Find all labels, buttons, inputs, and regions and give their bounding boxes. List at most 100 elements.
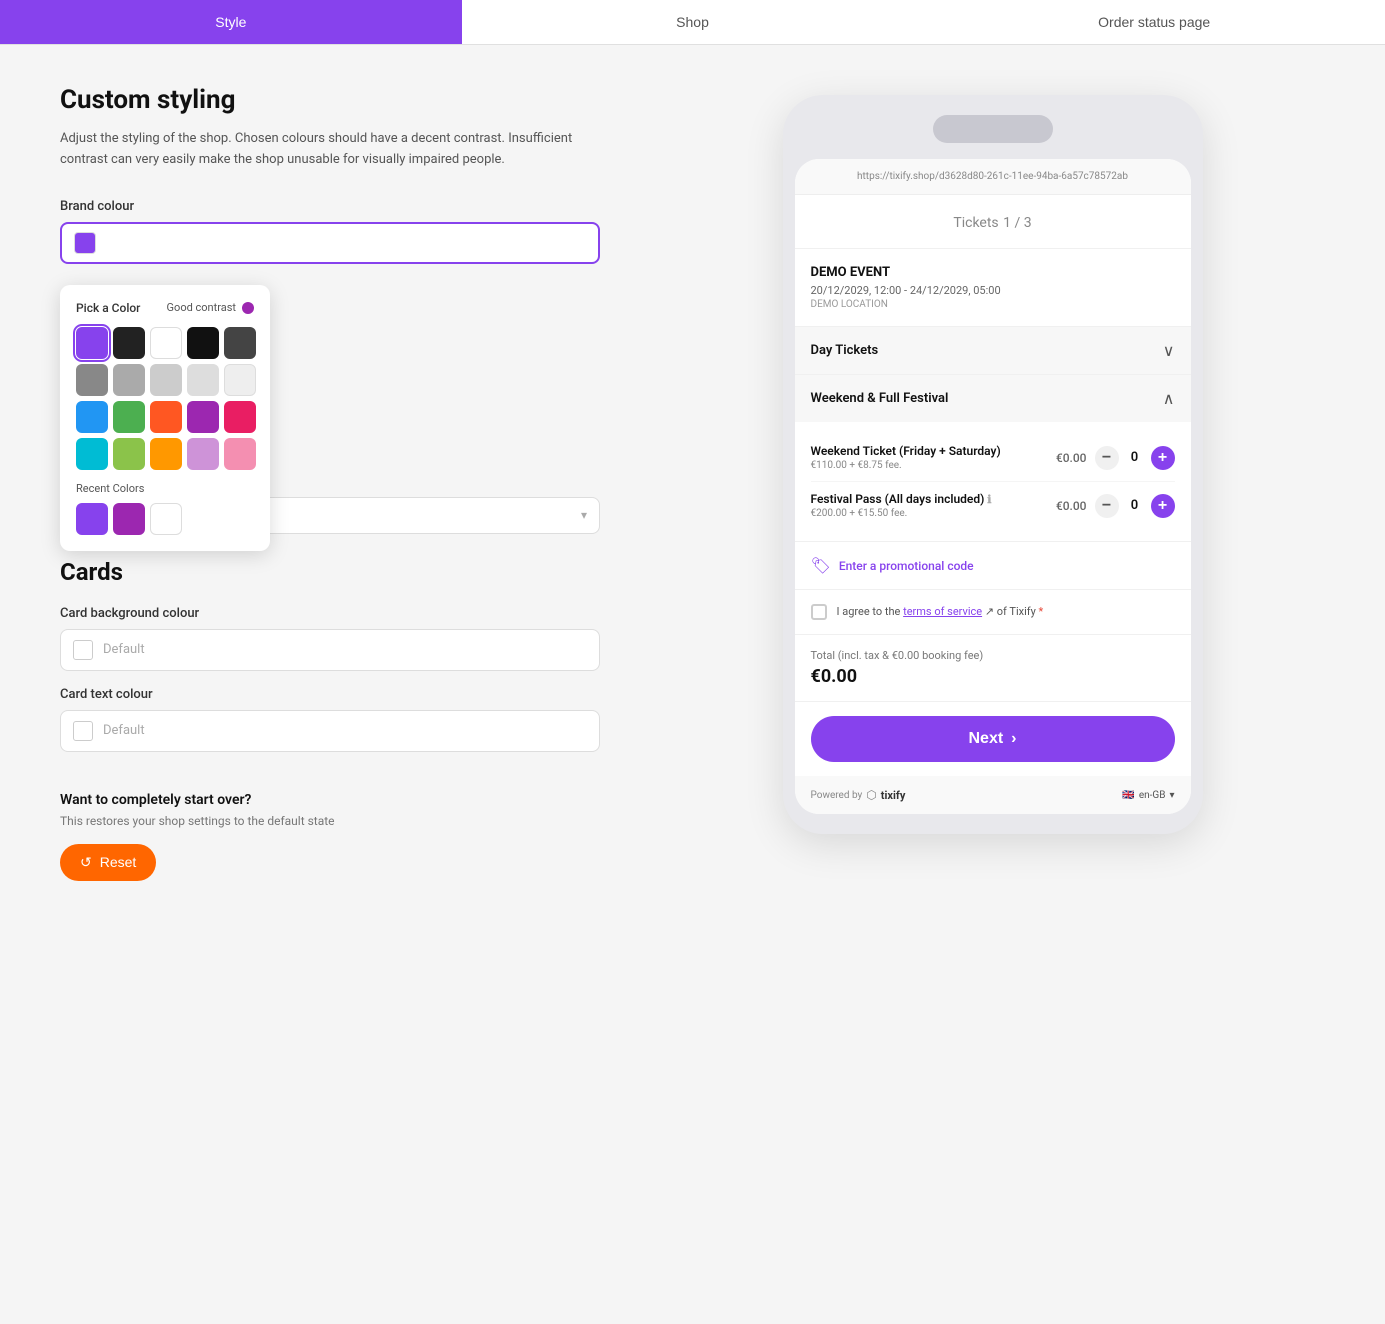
- next-chevron-icon: ›: [1011, 730, 1016, 748]
- swatch-orange[interactable]: [150, 401, 182, 433]
- weekend-ticket-controls: €0.00 − 0 +: [1056, 446, 1175, 470]
- weekend-chevron-icon: ∧: [1163, 389, 1175, 408]
- weekend-category-header[interactable]: Weekend & Full Festival ∧: [795, 375, 1191, 422]
- brand-colour-section: Brand colour #8742ED Good contrast Pick …: [60, 199, 600, 264]
- weekend-category-title: Weekend & Full Festival: [811, 391, 949, 406]
- color-picker-popup: Good contrast Pick a Color: [60, 285, 270, 551]
- swatch-white[interactable]: [150, 327, 182, 359]
- total-section: Total (incl. tax & €0.00 booking fee) €0…: [795, 635, 1191, 702]
- contrast-dot: [242, 302, 254, 314]
- recent-swatch-purple[interactable]: [76, 503, 108, 535]
- reset-button[interactable]: ↺ Reset: [60, 844, 156, 881]
- phone-screen: https://tixify.shop/d3628d80-261c-11ee-9…: [795, 159, 1191, 814]
- promo-link[interactable]: 🏷 Enter a promotional code: [811, 556, 1175, 575]
- festival-pass-increment-button[interactable]: +: [1151, 494, 1175, 518]
- brand-colour-input[interactable]: #8742ED: [106, 235, 586, 251]
- card-bg-swatch: [73, 640, 93, 660]
- tixify-logo: tixify: [881, 789, 906, 802]
- card-text-swatch: [73, 721, 93, 741]
- terms-suffix: of Tixify: [997, 605, 1036, 618]
- reset-icon: ↺: [80, 854, 92, 871]
- festival-pass-item: Festival Pass (All days included) ℹ €200…: [811, 482, 1175, 529]
- swatch-lavender[interactable]: [187, 438, 219, 470]
- event-date: 20/12/2029, 12:00 - 24/12/2029, 05:00: [811, 284, 1175, 297]
- reset-title: Want to completely start over?: [60, 792, 600, 808]
- day-tickets-title: Day Tickets: [811, 343, 879, 358]
- festival-pass-price: €0.00: [1056, 499, 1087, 513]
- terms-prefix: I agree to the: [837, 605, 901, 618]
- good-contrast-indicator: Good contrast: [167, 301, 254, 314]
- lang-label: en-GB: [1139, 790, 1166, 801]
- swatch-pink[interactable]: [224, 401, 256, 433]
- reset-section: Want to completely start over? This rest…: [60, 792, 600, 881]
- swatch-lightgray[interactable]: [150, 364, 182, 396]
- brand-colour-swatch: [74, 232, 96, 254]
- recent-swatch-white[interactable]: [150, 503, 182, 535]
- reset-description: This restores your shop settings to the …: [60, 814, 600, 828]
- brand-colour-label: Brand colour: [60, 199, 600, 214]
- next-button-label: Next: [968, 730, 1003, 748]
- swatch-darkblack[interactable]: [187, 327, 219, 359]
- recent-colors-label: Recent Colors: [76, 482, 254, 495]
- card-text-input[interactable]: Default: [60, 710, 600, 752]
- right-panel: https://tixify.shop/d3628d80-261c-11ee-9…: [660, 85, 1325, 881]
- left-panel: Custom styling Adjust the styling of the…: [60, 85, 600, 881]
- reset-button-label: Reset: [100, 854, 137, 870]
- weekend-ticket-item: Weekend Ticket (Friday + Saturday) €110.…: [811, 434, 1175, 482]
- recent-swatches: [76, 503, 254, 535]
- swatch-darkgray[interactable]: [224, 327, 256, 359]
- festival-pass-info: Festival Pass (All days included) ℹ €200…: [811, 492, 1056, 519]
- swatch-lightest[interactable]: [224, 364, 256, 396]
- tickets-count: 1 / 3: [1003, 215, 1031, 231]
- festival-pass-decrement-button[interactable]: −: [1095, 494, 1119, 518]
- terms-section: I agree to the terms of service ↗ of Tix…: [795, 590, 1191, 635]
- weekend-ticket-qty: 0: [1127, 450, 1143, 465]
- terms-text: I agree to the terms of service ↗ of Tix…: [837, 604, 1044, 619]
- event-location: DEMO LOCATION: [811, 299, 1175, 310]
- total-amount: €0.00: [811, 666, 1175, 687]
- swatch-amber[interactable]: [150, 438, 182, 470]
- brand-colour-input-row[interactable]: #8742ED: [60, 222, 600, 264]
- language-selector[interactable]: 🇬🇧 en-GB ▾: [1122, 790, 1174, 801]
- day-tickets-category: Day Tickets ∨: [795, 327, 1191, 375]
- page-title: Custom styling: [60, 85, 600, 115]
- swatch-lime[interactable]: [113, 438, 145, 470]
- swatch-blue[interactable]: [76, 401, 108, 433]
- tab-order-status[interactable]: Order status page: [923, 0, 1385, 44]
- weekend-ticket-price: €0.00: [1056, 451, 1087, 465]
- festival-pass-price-detail: €200.00 + €15.50 fee.: [811, 508, 1056, 519]
- festival-pass-qty: 0: [1127, 498, 1143, 513]
- day-tickets-header[interactable]: Day Tickets ∨: [795, 327, 1191, 374]
- card-text-value: Default: [103, 723, 145, 738]
- lang-chevron-icon: ▾: [1169, 790, 1174, 801]
- swatch-medgray[interactable]: [113, 364, 145, 396]
- day-tickets-chevron-icon: ∨: [1163, 341, 1175, 360]
- powered-by: Powered by ⬡ tixify: [811, 788, 906, 802]
- next-button[interactable]: Next ›: [811, 716, 1175, 762]
- terms-checkbox[interactable]: [811, 604, 827, 620]
- powered-by-label: Powered by: [811, 790, 863, 801]
- swatch-black[interactable]: [113, 327, 145, 359]
- tickets-title: Tickets: [953, 215, 998, 231]
- festival-pass-info-icon[interactable]: ℹ: [987, 493, 991, 506]
- swatch-purple[interactable]: [76, 327, 108, 359]
- swatch-gray[interactable]: [76, 364, 108, 396]
- card-bg-value: Default: [103, 642, 145, 657]
- main-layout: Custom styling Adjust the styling of the…: [0, 45, 1385, 921]
- weekend-ticket-decrement-button[interactable]: −: [1095, 446, 1119, 470]
- swatch-green[interactable]: [113, 401, 145, 433]
- recent-swatch-violet[interactable]: [113, 503, 145, 535]
- weekend-ticket-increment-button[interactable]: +: [1151, 446, 1175, 470]
- swatch-rose[interactable]: [224, 438, 256, 470]
- total-label: Total (incl. tax & €0.00 booking fee): [811, 649, 1175, 662]
- tab-shop[interactable]: Shop: [462, 0, 924, 44]
- tab-style[interactable]: Style: [0, 0, 462, 44]
- card-text-label: Card text colour: [60, 687, 600, 702]
- terms-link[interactable]: terms of service: [903, 605, 982, 618]
- swatch-cyan[interactable]: [76, 438, 108, 470]
- event-section: DEMO EVENT 20/12/2029, 12:00 - 24/12/202…: [795, 249, 1191, 327]
- swatch-lighter[interactable]: [187, 364, 219, 396]
- promo-section: 🏷 Enter a promotional code: [795, 542, 1191, 590]
- swatch-violet[interactable]: [187, 401, 219, 433]
- card-bg-input[interactable]: Default: [60, 629, 600, 671]
